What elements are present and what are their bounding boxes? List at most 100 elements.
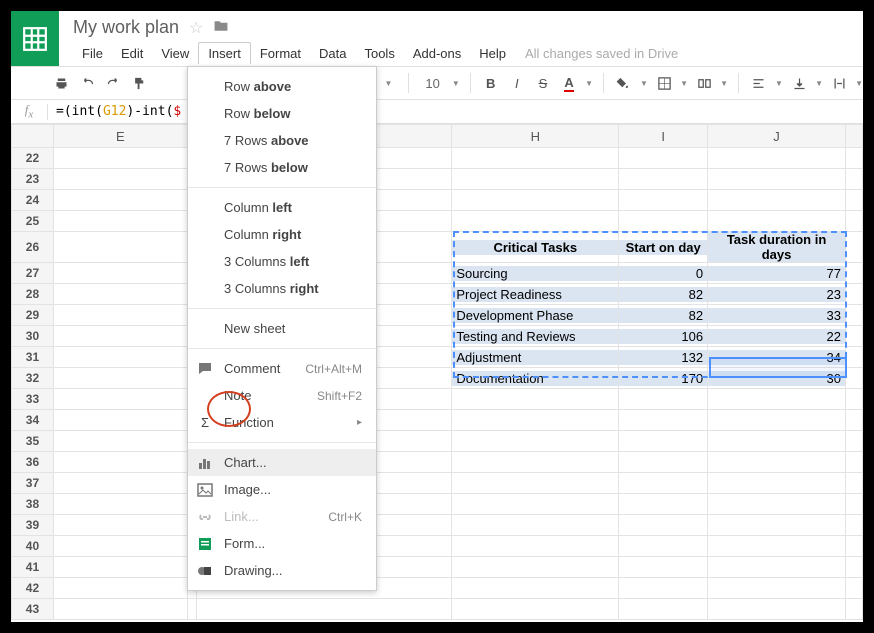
halign-caret[interactable]: ▼ (775, 79, 783, 88)
cell[interactable] (53, 326, 187, 347)
cell[interactable] (53, 263, 187, 284)
cell[interactable] (452, 536, 619, 557)
cell[interactable] (845, 232, 862, 263)
menu-3cols-left[interactable]: 3 Columns left (188, 248, 376, 275)
menu-view[interactable]: View (152, 43, 198, 64)
cell[interactable] (845, 326, 862, 347)
menu-new-sheet[interactable]: New sheet (188, 315, 376, 342)
spreadsheet-grid[interactable]: E H I J 2223242526Critical TasksStart on… (11, 124, 863, 620)
menu-help[interactable]: Help (470, 43, 515, 64)
italic-button[interactable]: I (507, 72, 527, 94)
app-logo[interactable] (11, 11, 59, 66)
row-header-35[interactable]: 35 (12, 431, 54, 452)
cell[interactable] (845, 473, 862, 494)
text-color-caret[interactable]: ▼ (585, 79, 593, 88)
cell[interactable] (452, 389, 619, 410)
cell[interactable]: 82 (619, 305, 708, 326)
cell[interactable]: 106 (619, 326, 708, 347)
cell[interactable] (53, 190, 187, 211)
cell[interactable] (845, 368, 862, 389)
cell[interactable] (53, 347, 187, 368)
cell[interactable] (845, 431, 862, 452)
cell[interactable] (619, 148, 708, 169)
cell[interactable] (845, 263, 862, 284)
menu-form[interactable]: Form... (188, 530, 376, 557)
row-header-30[interactable]: 30 (12, 326, 54, 347)
fill-caret[interactable]: ▼ (640, 79, 648, 88)
cell[interactable] (619, 515, 708, 536)
cell[interactable] (708, 599, 846, 620)
cell[interactable] (53, 305, 187, 326)
cell[interactable] (619, 494, 708, 515)
row-header-28[interactable]: 28 (12, 284, 54, 305)
cell[interactable]: Documentation (452, 368, 619, 389)
merge-caret[interactable]: ▼ (720, 79, 728, 88)
halign-icon[interactable] (749, 72, 769, 94)
cell[interactable] (845, 494, 862, 515)
cell[interactable] (708, 169, 846, 190)
cell[interactable]: 170 (619, 368, 708, 389)
cell[interactable] (845, 389, 862, 410)
cell[interactable] (845, 536, 862, 557)
cell[interactable] (452, 599, 619, 620)
cell[interactable] (53, 232, 187, 263)
cell[interactable] (708, 148, 846, 169)
row-header-39[interactable]: 39 (12, 515, 54, 536)
cell[interactable] (53, 578, 187, 599)
cell[interactable] (53, 368, 187, 389)
menu-function[interactable]: ΣFunction▸ (188, 409, 376, 436)
cell[interactable] (53, 557, 187, 578)
borders-caret[interactable]: ▼ (680, 79, 688, 88)
cell[interactable] (53, 410, 187, 431)
cell[interactable] (845, 305, 862, 326)
redo-icon[interactable] (103, 72, 123, 94)
row-header-31[interactable]: 31 (12, 347, 54, 368)
cell[interactable]: 30 (708, 368, 846, 389)
merge-icon[interactable] (694, 72, 714, 94)
menu-3cols-right[interactable]: 3 Columns right (188, 275, 376, 302)
cell[interactable]: 0 (619, 263, 708, 284)
cell[interactable]: Task duration in days (708, 232, 846, 263)
more-formats[interactable]: ▼ (378, 72, 398, 94)
cell[interactable] (619, 578, 708, 599)
doc-title[interactable]: My work plan (73, 17, 179, 38)
cell[interactable] (619, 557, 708, 578)
row-header-26[interactable]: 26 (12, 232, 54, 263)
cell[interactable]: 34 (708, 347, 846, 368)
select-all[interactable] (12, 125, 54, 148)
menu-7rows-above[interactable]: 7 Rows above (188, 127, 376, 154)
row-header-23[interactable]: 23 (12, 169, 54, 190)
formula-input[interactable]: =(int(G12)-int($ (48, 104, 181, 119)
font-size-caret[interactable]: ▼ (452, 79, 460, 88)
cell[interactable] (619, 389, 708, 410)
cell[interactable] (187, 599, 196, 620)
wrap-icon[interactable] (829, 72, 849, 94)
wrap-caret[interactable]: ▼ (855, 79, 863, 88)
cell[interactable] (708, 410, 846, 431)
menu-col-left[interactable]: Column left (188, 194, 376, 221)
cell[interactable] (619, 473, 708, 494)
print-icon[interactable] (51, 72, 71, 94)
valign-caret[interactable]: ▼ (815, 79, 823, 88)
row-header-36[interactable]: 36 (12, 452, 54, 473)
cell[interactable] (845, 599, 862, 620)
cell[interactable]: Critical Tasks (452, 232, 619, 263)
col-I[interactable]: I (619, 125, 708, 148)
cell[interactable] (452, 410, 619, 431)
cell[interactable]: 77 (708, 263, 846, 284)
row-header-33[interactable]: 33 (12, 389, 54, 410)
cell[interactable] (708, 536, 846, 557)
cell[interactable] (619, 211, 708, 232)
cell[interactable] (845, 557, 862, 578)
col-E[interactable]: E (53, 125, 187, 148)
menu-row-above[interactable]: Row above (188, 73, 376, 100)
undo-icon[interactable] (77, 72, 97, 94)
row-header-24[interactable]: 24 (12, 190, 54, 211)
cell[interactable] (53, 515, 187, 536)
cell[interactable] (708, 473, 846, 494)
valign-icon[interactable] (789, 72, 809, 94)
cell[interactable] (845, 578, 862, 599)
menu-tools[interactable]: Tools (355, 43, 403, 64)
folder-icon[interactable] (213, 19, 229, 36)
menu-7rows-below[interactable]: 7 Rows below (188, 154, 376, 181)
